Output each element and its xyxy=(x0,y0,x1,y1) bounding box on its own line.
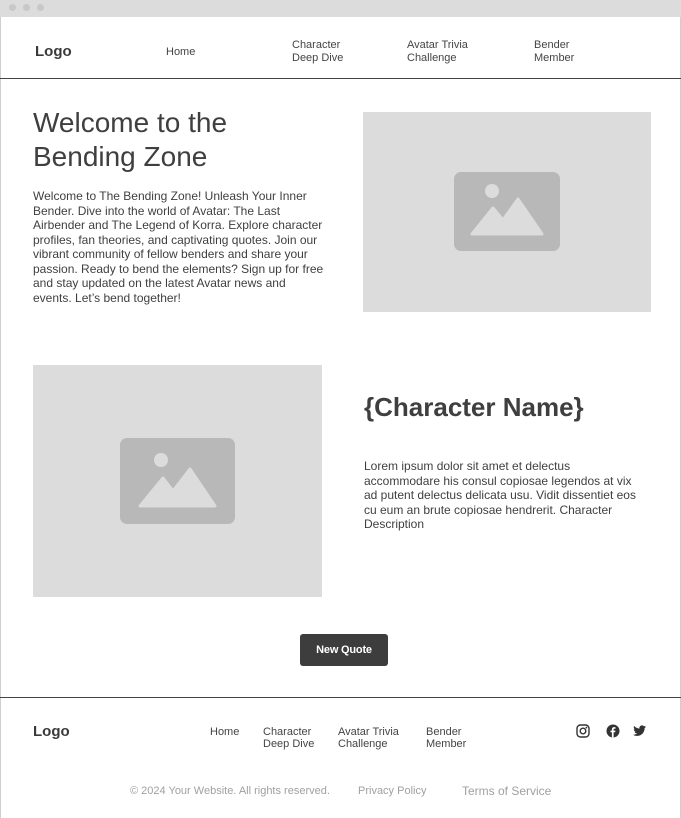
site-header: Logo Home Character Deep Dive Avatar Tri… xyxy=(0,17,681,79)
hero-text: Welcome to The Bending Zone! Unleash You… xyxy=(33,189,324,305)
nav-label-line1: Character xyxy=(292,39,341,51)
nav-avatar-trivia[interactable]: Avatar Trivia Challenge xyxy=(407,39,468,65)
footer-nav-bender-member[interactable]: Bender Member xyxy=(426,726,466,750)
footer-nav-label: Home xyxy=(210,726,240,738)
footer-nav-avatar-trivia[interactable]: Avatar Trivia Challenge xyxy=(338,726,399,750)
window-maximize-dot[interactable] xyxy=(37,4,44,11)
footer-nav-home[interactable]: Home xyxy=(210,726,239,738)
nav-label-line1: Bender xyxy=(534,39,570,51)
hero-image-placeholder xyxy=(363,112,651,312)
character-description: Lorem ipsum dolor sit amet et delectus a… xyxy=(364,459,636,531)
window-minimize-dot[interactable] xyxy=(23,4,30,11)
nav-label-line2: Deep Dive xyxy=(292,52,344,64)
character-name: {Character Name} xyxy=(364,392,584,422)
nav-home[interactable]: Home xyxy=(166,46,195,59)
footer-nav-label-line2: Deep Dive xyxy=(263,738,315,750)
terms-of-service-link[interactable]: Terms of Service xyxy=(462,784,551,798)
facebook-icon[interactable] xyxy=(606,724,621,739)
nav-bender-member[interactable]: Bender Member xyxy=(534,39,574,65)
new-quote-button[interactable]: New Quote xyxy=(300,634,388,666)
twitter-icon[interactable] xyxy=(632,724,647,739)
nav-label-line1: Avatar Trivia xyxy=(407,39,468,51)
image-icon xyxy=(454,172,560,251)
header-logo[interactable]: Logo xyxy=(35,43,72,60)
nav-home-label: Home xyxy=(166,46,196,58)
instagram-icon[interactable] xyxy=(576,724,591,739)
footer-nav-label-line1: Avatar Trivia xyxy=(338,726,399,738)
window-close-dot[interactable] xyxy=(9,4,16,11)
nav-label-line2: Challenge xyxy=(407,52,457,64)
footer-divider xyxy=(0,697,681,698)
image-icon xyxy=(120,438,235,524)
copyright-text: © 2024 Your Website. All rights reserved… xyxy=(130,785,330,797)
nav-label-line2: Member xyxy=(534,52,575,64)
character-image-placeholder xyxy=(33,365,322,597)
nav-character-deep-dive[interactable]: Character Deep Dive xyxy=(292,39,343,65)
footer-nav-label-line2: Challenge xyxy=(338,738,388,750)
footer-nav-label-line2: Member xyxy=(426,738,467,750)
hero-title: Welcome to the Bending Zone xyxy=(33,107,228,172)
footer-nav-label-line1: Bender xyxy=(426,726,462,738)
footer-logo[interactable]: Logo xyxy=(33,723,70,740)
footer-nav-character-deep-dive[interactable]: Character Deep Dive xyxy=(263,726,314,750)
privacy-policy-link[interactable]: Privacy Policy xyxy=(358,785,426,797)
window-titlebar xyxy=(0,0,681,17)
footer-nav-label-line1: Character xyxy=(263,726,312,738)
